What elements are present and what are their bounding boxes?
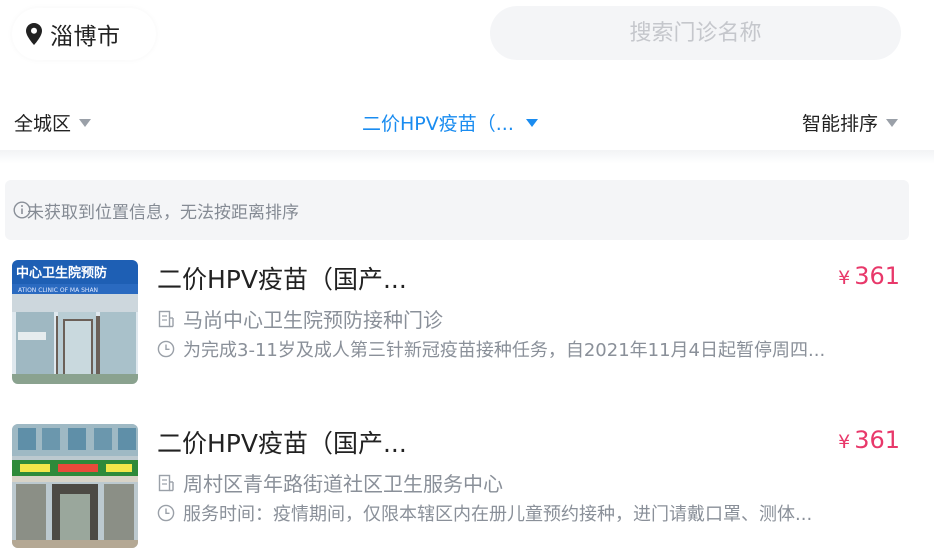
clinic-name-row: 马尚中心卫生院预防接种门诊	[157, 304, 443, 333]
area-filter-label: 全城区	[14, 112, 72, 135]
clinic-name: 周村区青年路街道社区卫生服务中心	[183, 472, 503, 496]
location-pin-icon	[26, 23, 42, 45]
clinic-photo	[12, 424, 138, 548]
clinic-description-row: 服务时间：疫情期间，仅限本辖区内在册儿童预约接种，进门请戴口罩、测体...	[157, 500, 812, 526]
price: ¥361	[838, 262, 900, 290]
clinic-description-row: 为完成3-11岁及成人第三针新冠疫苗接种任务，自2021年11月4日起暂停周四.…	[157, 336, 825, 362]
top-bar: 淄博市	[0, 0, 934, 64]
currency-symbol: ¥	[838, 431, 851, 453]
vaccine-filter[interactable]: 二价HPV疫苗（...	[362, 96, 538, 148]
price-value: 361	[854, 426, 900, 454]
area-filter[interactable]: 全城区	[14, 96, 92, 148]
clinic-card[interactable]: 二价HPV疫苗（国产... ¥361 周村区青年路街道社区卫生服务中心 服务时间…	[0, 424, 934, 554]
clinic-name-row: 周村区青年路街道社区卫生服务中心	[157, 468, 503, 497]
clinic-sign-text: 中心卫生院预防	[16, 265, 107, 281]
clinic-description: 为完成3-11岁及成人第三针新冠疫苗接种任务，自2021年11月4日起暂停周四.…	[183, 340, 826, 361]
svg-text:ATION CLINIC OF MA SHAN: ATION CLINIC OF MA SHAN	[18, 287, 98, 294]
clock-icon	[157, 504, 175, 522]
vaccine-filter-label: 二价HPV疫苗（...	[362, 112, 514, 135]
notice-text: 未获取到位置信息，无法按距离排序	[27, 202, 299, 223]
city-name: 淄博市	[50, 24, 121, 50]
clinic-card[interactable]: 中心卫生院预防 ATION CLINIC OF MA SHAN 二价HPV疫苗（…	[0, 260, 934, 390]
filter-bar-shadow	[0, 150, 934, 164]
location-notice: 未获取到位置信息，无法按距离排序	[5, 180, 909, 240]
price-value: 361	[854, 262, 900, 290]
dropdown-triangle-icon	[79, 119, 92, 127]
city-selector[interactable]: 淄博市	[12, 8, 156, 60]
price: ¥361	[838, 426, 900, 454]
filter-bar: 全城区 二价HPV疫苗（... 智能排序	[0, 96, 934, 148]
dropdown-triangle-icon	[886, 119, 899, 127]
clock-icon	[157, 340, 175, 358]
building-icon	[158, 474, 174, 491]
clinic-description: 服务时间：疫情期间，仅限本辖区内在册儿童预约接种，进门请戴口罩、测体...	[183, 504, 813, 525]
vaccine-title: 二价HPV疫苗（国产...	[157, 265, 407, 294]
dropdown-triangle-icon	[525, 119, 538, 127]
currency-symbol: ¥	[838, 267, 851, 289]
sort-filter-label: 智能排序	[802, 112, 879, 135]
clinic-name: 马尚中心卫生院预防接种门诊	[183, 308, 443, 332]
sort-filter[interactable]: 智能排序	[802, 96, 899, 148]
search-input[interactable]	[490, 6, 901, 60]
vaccine-title: 二价HPV疫苗（国产...	[157, 429, 407, 458]
clinic-photo: 中心卫生院预防 ATION CLINIC OF MA SHAN	[12, 260, 138, 384]
building-icon	[158, 310, 174, 327]
